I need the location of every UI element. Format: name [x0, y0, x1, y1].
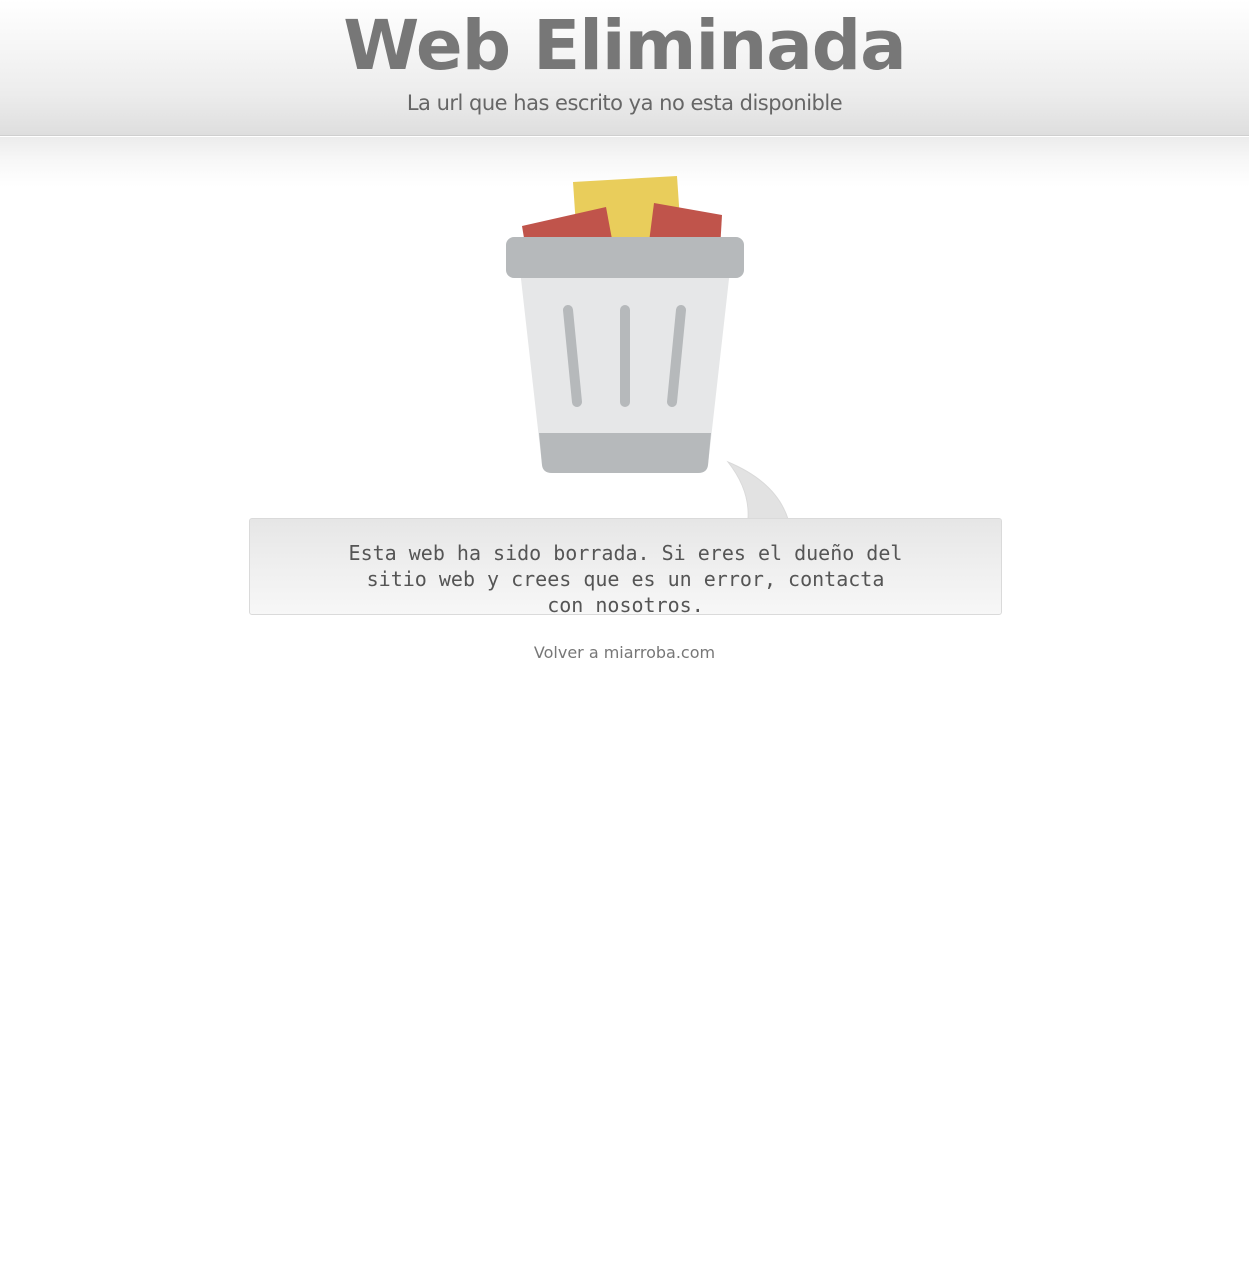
page-header: Web Eliminada La url que has escrito ya …: [0, 0, 1249, 136]
bin-bottom-band: [539, 433, 711, 473]
page-subtitle: La url que has escrito ya no esta dispon…: [406, 91, 843, 115]
message-text: Esta web ha sido borrada. Si eres el due…: [348, 541, 903, 617]
speech-bubble-tail: [726, 460, 789, 520]
back-to-home-link[interactable]: Volver a miarroba.com: [0, 641, 1249, 665]
trash-bin-icon: [506, 176, 744, 473]
page: Web Eliminada La url que has escrito ya …: [0, 0, 1249, 1277]
message-box: Esta web ha sido borrada. Si eres el due…: [249, 518, 1002, 617]
bin-lid: [506, 237, 744, 278]
page-title: Web Eliminada: [343, 6, 906, 86]
